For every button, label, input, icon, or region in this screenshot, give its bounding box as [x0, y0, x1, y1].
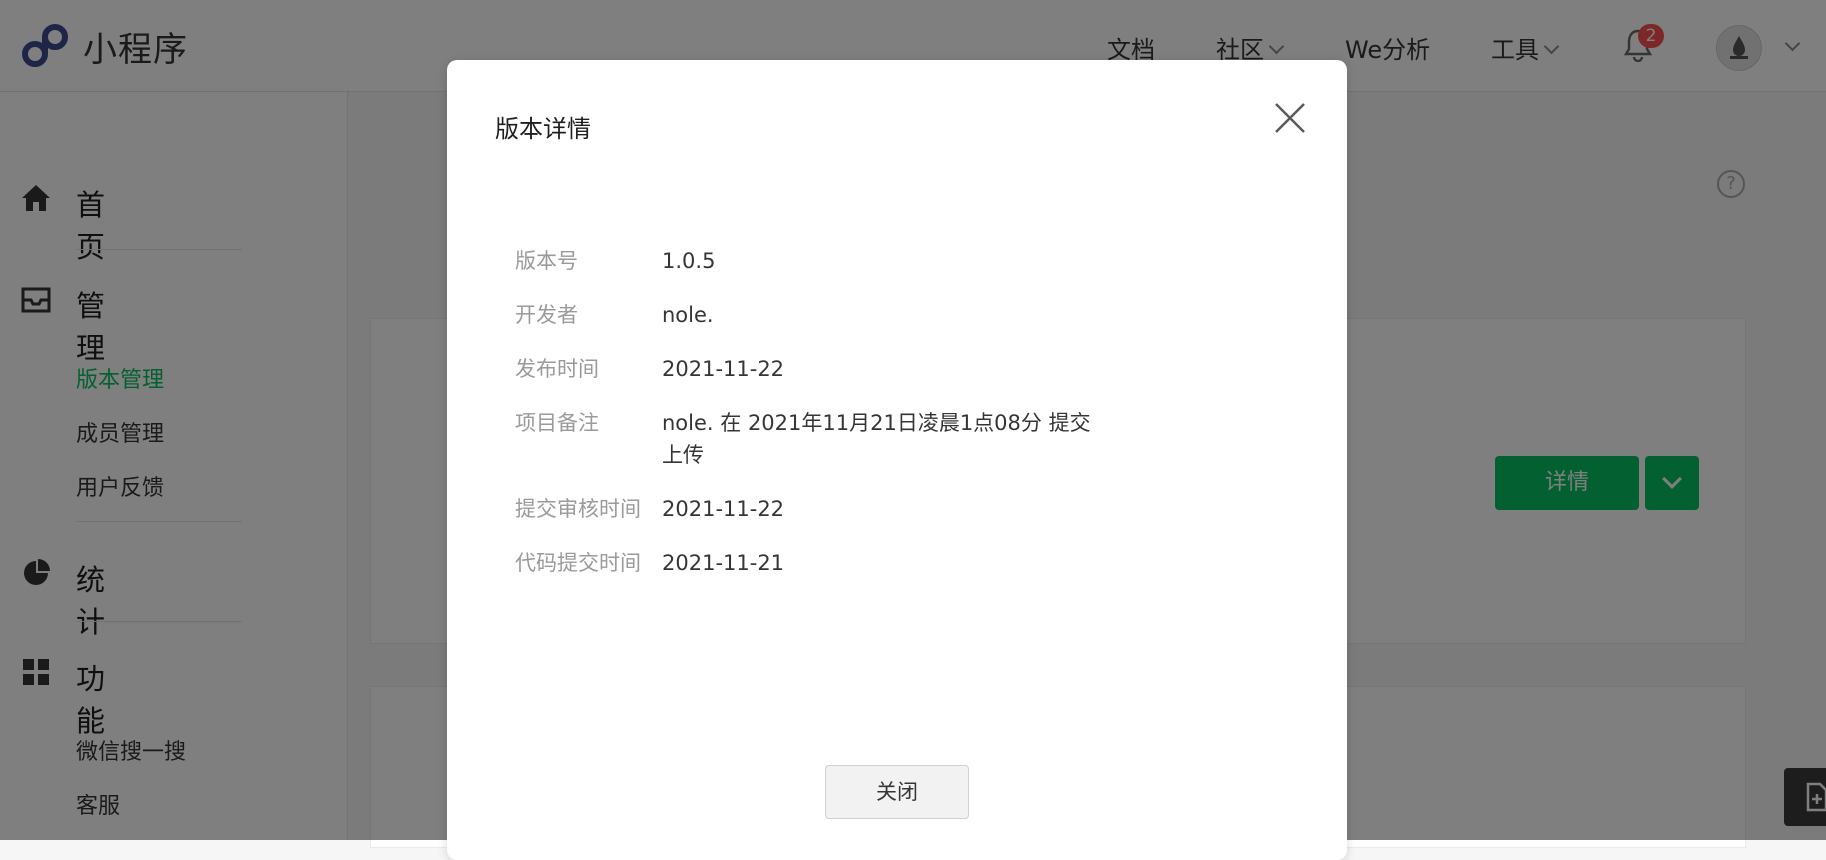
- version-detail-modal: 版本详情 版本号 1.0.5 开发者 nole. 发布时间 2021-11-22…: [447, 60, 1347, 860]
- modal-title: 版本详情: [495, 115, 591, 143]
- detail-value: nole. 在 2021年11月21日凌晨1点08分 提交上传: [662, 411, 1091, 467]
- detail-label: 发布时间: [515, 357, 599, 381]
- detail-label: 代码提交时间: [515, 551, 641, 575]
- detail-value: nole.: [662, 303, 714, 327]
- detail-value: 2021-11-21: [662, 551, 785, 575]
- detail-value: 2021-11-22: [662, 497, 785, 521]
- detail-value: 1.0.5: [662, 249, 716, 273]
- detail-label: 版本号: [515, 249, 578, 273]
- close-button[interactable]: 关闭: [825, 765, 969, 819]
- close-icon[interactable]: [1270, 98, 1310, 138]
- detail-value: 2021-11-22: [662, 357, 785, 381]
- detail-label: 项目备注: [515, 411, 599, 435]
- detail-label: 提交审核时间: [515, 497, 641, 521]
- detail-label: 开发者: [515, 303, 578, 327]
